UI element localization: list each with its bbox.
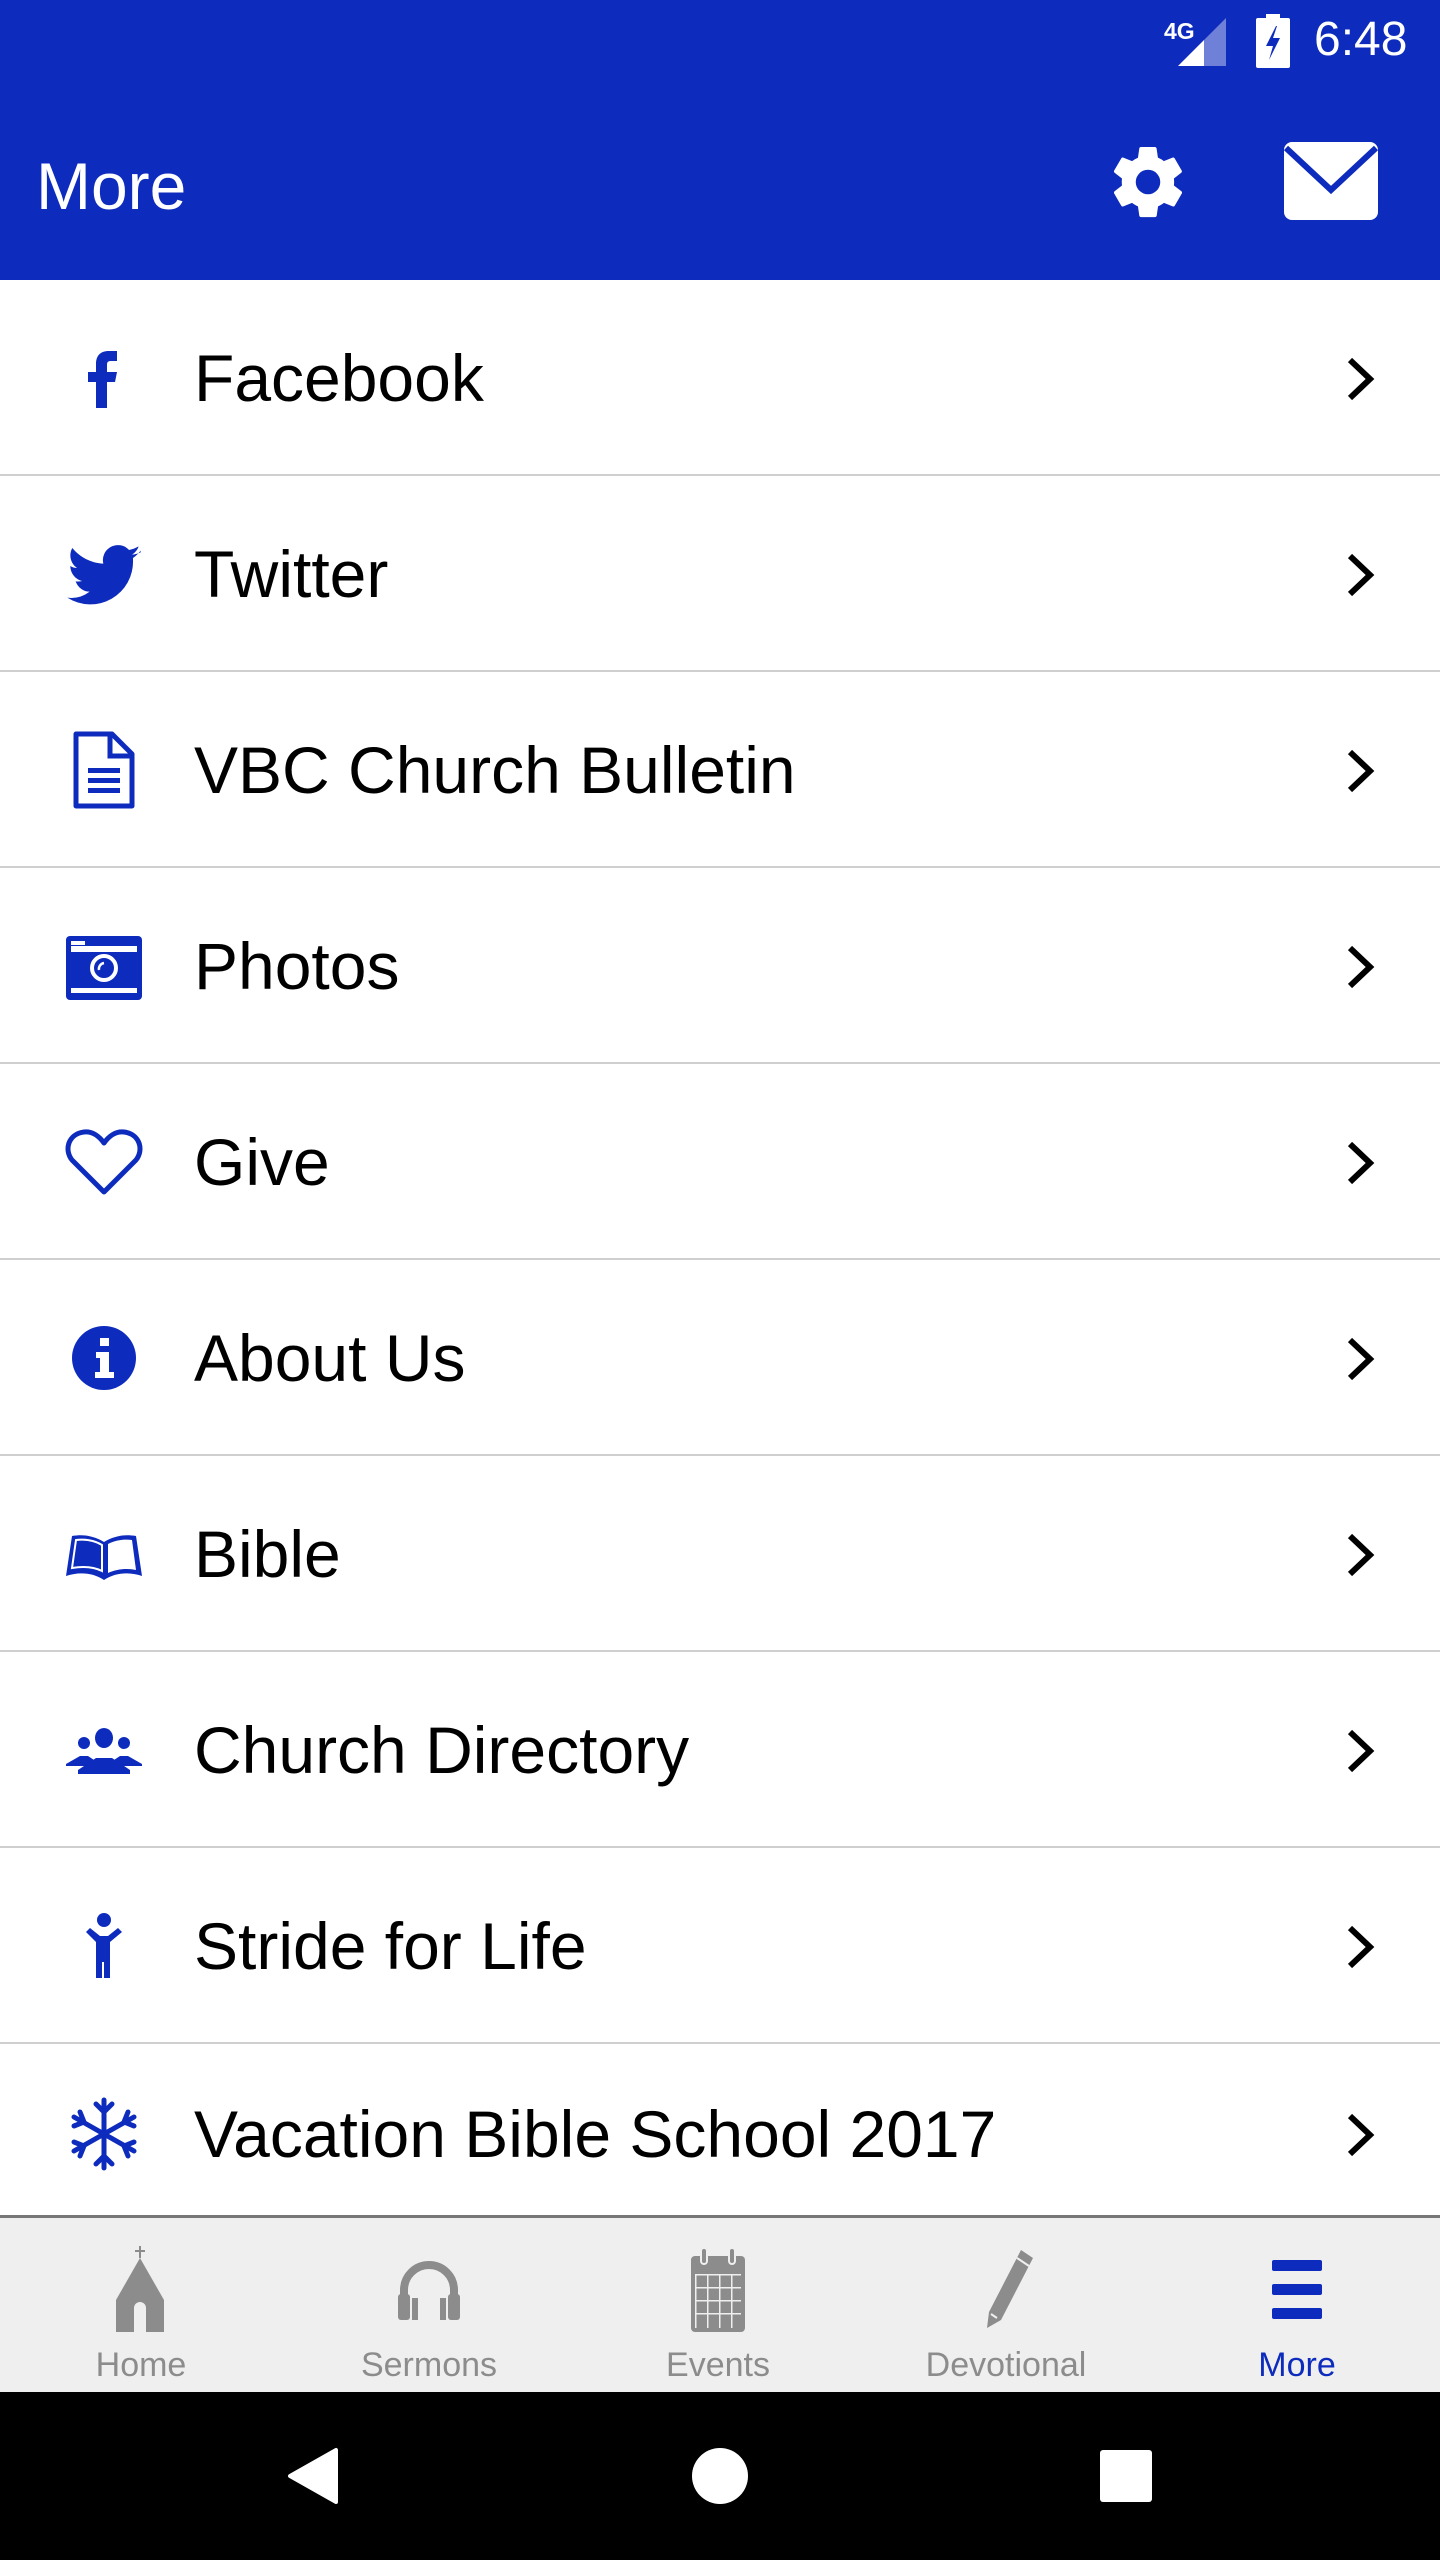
menu-item-facebook[interactable]: Facebook — [0, 280, 1440, 476]
snowflake-icon — [71, 2097, 137, 2171]
chevron-right-icon — [1347, 945, 1375, 989]
menu-item-label: Vacation Bible School 2017 — [194, 2097, 997, 2171]
heart-icon — [65, 1129, 143, 1195]
menu-item-label: About Us — [194, 1321, 466, 1395]
gear-icon[interactable] — [1106, 140, 1190, 224]
chevron-right-icon — [1347, 1925, 1375, 1969]
headphones-icon — [398, 2261, 460, 2320]
chevron-right-icon — [1347, 1141, 1375, 1185]
status-bar: 4G 6:48 — [0, 0, 1440, 90]
menu-icon — [1272, 2260, 1322, 2319]
menu-item-vacation-bible-school-2017[interactable]: Vacation Bible School 2017 — [0, 2044, 1440, 2224]
chevron-right-icon — [1347, 2113, 1375, 2157]
app-bar: More — [0, 90, 1440, 280]
system-nav-bar — [0, 2392, 1440, 2560]
chevron-right-icon — [1347, 1533, 1375, 1577]
tab-label: More — [1258, 2346, 1336, 2384]
tab-label: Home — [95, 2346, 187, 2384]
menu-item-label: Photos — [194, 929, 400, 1003]
tab-events[interactable]: Events — [618, 2218, 818, 2392]
signal-icon — [1178, 18, 1226, 66]
tab-devotional[interactable]: Devotional — [906, 2218, 1106, 2392]
camera-icon — [66, 936, 142, 1000]
menu-item-label: Stride for Life — [194, 1909, 587, 1983]
chevron-right-icon — [1347, 1337, 1375, 1381]
menu-item-vbc-church-bulletin[interactable]: VBC Church Bulletin — [0, 672, 1440, 868]
battery-charging-icon — [1256, 14, 1290, 68]
menu-item-stride-for-life[interactable]: Stride for Life — [0, 1848, 1440, 2044]
info-icon — [72, 1326, 136, 1390]
child-icon — [86, 1913, 122, 1978]
menu-item-photos[interactable]: Photos — [0, 868, 1440, 1064]
menu-item-twitter[interactable]: Twitter — [0, 476, 1440, 672]
menu-item-about-us[interactable]: About Us — [0, 1260, 1440, 1456]
calendar-icon — [691, 2247, 745, 2332]
menu-item-label: Facebook — [194, 341, 484, 415]
facebook-icon — [88, 351, 117, 408]
tab-label: Events — [666, 2346, 770, 2384]
document-icon — [73, 731, 135, 809]
pencil-icon — [987, 2250, 1033, 2328]
chevron-right-icon — [1347, 749, 1375, 793]
page-title: More — [36, 149, 187, 223]
menu-item-label: VBC Church Bulletin — [194, 733, 796, 807]
tab-home[interactable]: Home — [41, 2218, 241, 2392]
menu-item-give[interactable]: Give — [0, 1064, 1440, 1260]
mail-icon[interactable] — [1284, 142, 1378, 220]
menu-item-church-directory[interactable]: Church Directory — [0, 1652, 1440, 1848]
bottom-tab-bar: Home Sermons Events Devotional More — [0, 2215, 1440, 2392]
menu-item-bible[interactable]: Bible — [0, 1456, 1440, 1652]
tab-sermons[interactable]: Sermons — [329, 2218, 529, 2392]
chevron-right-icon — [1347, 553, 1375, 597]
back-icon[interactable] — [282, 2444, 346, 2508]
tab-label: Devotional — [925, 2346, 1087, 2384]
church-icon — [116, 2246, 164, 2332]
tab-more[interactable]: More — [1197, 2218, 1397, 2392]
tab-label: Sermons — [360, 2346, 498, 2384]
group-icon — [66, 1728, 142, 1774]
chevron-right-icon — [1347, 1729, 1375, 1773]
book-icon — [66, 1535, 142, 1580]
twitter-icon — [67, 545, 141, 605]
chevron-right-icon — [1347, 357, 1375, 401]
menu-item-label: Twitter — [194, 537, 389, 611]
menu-item-label: Bible — [194, 1517, 341, 1591]
clock: 6:48 — [1314, 13, 1408, 66]
recents-icon[interactable] — [1094, 2444, 1158, 2508]
home-circle-icon[interactable] — [688, 2444, 752, 2508]
more-menu-list: Facebook Twitter VBC Church Bulletin Pho… — [0, 280, 1440, 2224]
menu-item-label: Church Directory — [194, 1713, 690, 1787]
menu-item-label: Give — [194, 1125, 330, 1199]
